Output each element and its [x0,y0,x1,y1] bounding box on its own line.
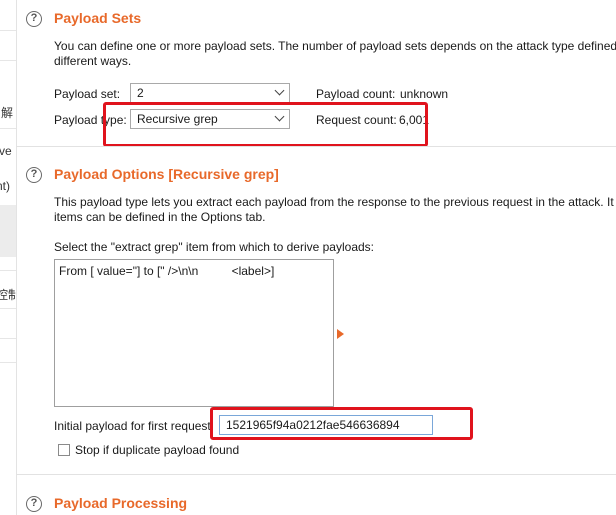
section-divider [16,474,616,475]
payload-set-value: 2 [137,86,144,100]
extract-grep-list[interactable]: From [ value="] to [" />\n\n <label>] [54,259,334,407]
chevron-down-icon [274,85,285,96]
payload-sets-title: Payload Sets [54,10,142,26]
left-panel-divider [0,362,16,363]
payload-count-label: Payload count: [316,87,396,101]
payload-options-description: items can be defined in the Options tab. [54,210,266,224]
left-panel-selected-row[interactable] [0,205,16,257]
payload-set-select[interactable]: 2 [130,83,290,103]
left-panel-strip: 解 ve nt) 控制 [0,0,17,515]
highlight-box-payload-type [103,102,428,147]
extract-grep-item[interactable]: From [ value="] to [" />\n\n <label>] [59,264,274,278]
expand-arrow-icon[interactable] [337,329,344,339]
left-panel-divider [0,338,16,339]
payload-processing-help-icon[interactable]: ? [26,496,42,512]
payload-set-label: Payload set: [54,87,121,101]
left-panel-fragment: nt) [0,179,11,193]
stop-duplicate-checkbox[interactable] [58,444,70,456]
initial-payload-label: Initial payload for first request: [54,419,215,433]
left-panel-divider [0,60,16,61]
payload-sets-description: different ways. [54,54,132,68]
left-panel-fragment: ve [0,144,12,158]
payload-processing-title: Payload Processing [54,495,188,511]
payload-count-value: unknown [400,87,449,101]
payload-options-title: Payload Options [Recursive grep] [54,166,279,182]
left-panel-fragment: 控制 [0,286,16,303]
left-panel-fragment: 解 [1,106,14,120]
extract-grep-select-label: Select the "extract grep" item from whic… [54,240,374,254]
left-panel-divider [0,128,16,129]
payload-options-help-icon[interactable]: ? [26,167,42,183]
left-panel-divider [0,30,16,31]
payload-options-description: This payload type lets you extract each … [54,195,616,209]
left-panel-divider [0,270,16,271]
left-panel-divider [0,308,16,309]
highlight-box-initial-payload [210,407,473,440]
section-divider [16,146,616,147]
stop-duplicate-label: Stop if duplicate payload found [75,443,240,457]
payload-sets-description: You can define one or more payload sets.… [54,39,616,53]
payload-sets-help-icon[interactable]: ? [26,11,42,27]
